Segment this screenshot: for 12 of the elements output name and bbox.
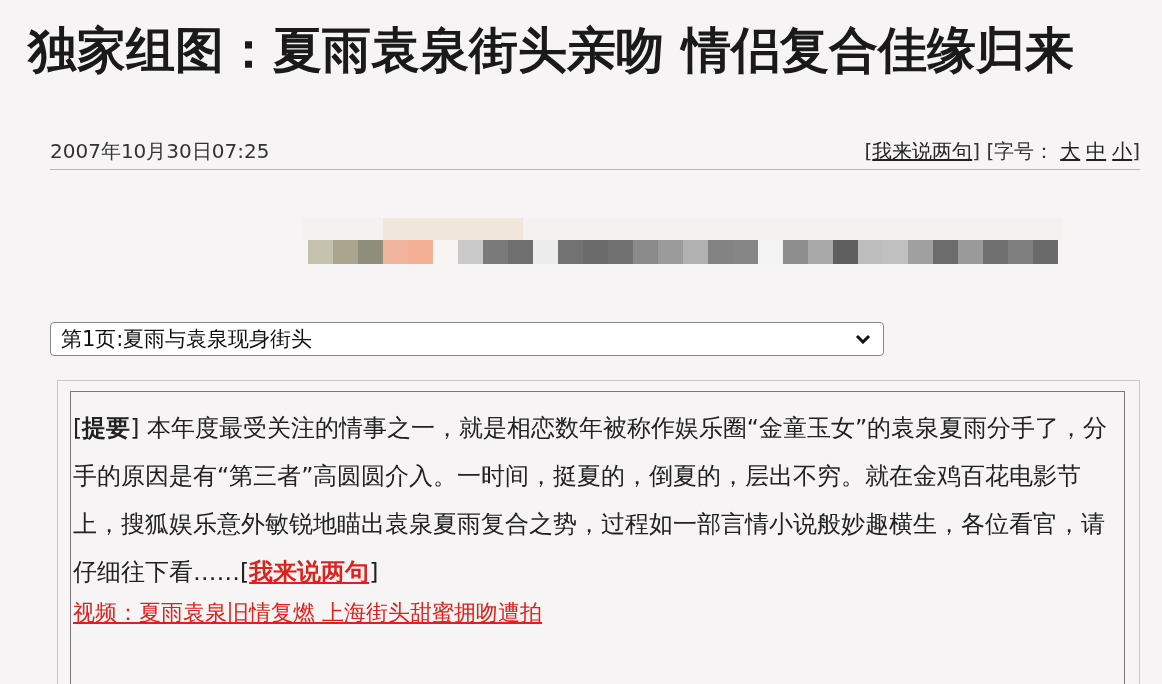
font-size-link[interactable]: 大 bbox=[1060, 139, 1081, 163]
page-select[interactable]: 第1页:夏雨与袁泉现身街头 bbox=[50, 322, 884, 356]
video-link[interactable]: 视频：夏雨袁泉旧情复燃 上海街头甜蜜拥吻遭拍 bbox=[73, 596, 542, 630]
chevron-down-icon bbox=[855, 334, 871, 344]
comment-link[interactable]: 我来说两句 bbox=[872, 139, 973, 163]
comment-link[interactable]: 我来说两句 bbox=[249, 558, 370, 586]
dateline: 2007年10月30日07:25 bbox=[50, 138, 270, 165]
headline: 独家组图：夏雨袁泉街头亲吻 情侣复合佳缘归来 bbox=[26, 21, 1076, 80]
summary-paragraph: [提要] 本年度最受关注的情事之一，就是相恋数年被称作娱乐圈“金童玉女”的袁泉夏雨分手了，分手的原因是有“第三者”高圆圆介入。一时间，挺夏的，倒夏的，层出不穷。就在金鸡百花电影节上，搜狐娱乐意外敏锐地瞄出袁泉夏雨复合之势，过程如一部言情小说般妙趣横生，各位看官，请仔细往下看……[我来说两句] bbox=[73, 413, 1108, 588]
font-size-link[interactable]: 中 bbox=[1086, 139, 1107, 163]
toolbar-text: [我来说两句] [字号： 大 中 小] bbox=[864, 138, 1140, 165]
font-size-link[interactable]: 小 bbox=[1112, 139, 1133, 163]
